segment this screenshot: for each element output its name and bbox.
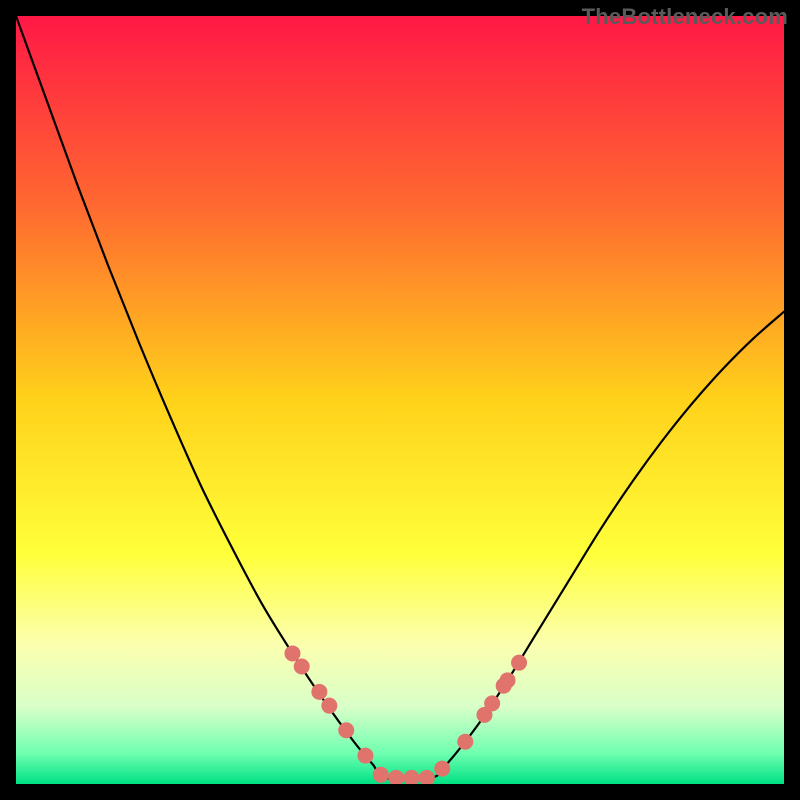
bead-marker [457, 734, 473, 750]
bottleneck-chart [16, 16, 784, 784]
bead-marker [338, 722, 354, 738]
watermark-text: TheBottleneck.com [582, 4, 788, 30]
bead-marker [511, 655, 527, 671]
chart-background [16, 16, 784, 784]
bead-marker [357, 748, 373, 764]
bead-marker [311, 684, 327, 700]
bead-marker [321, 698, 337, 714]
bead-marker [500, 672, 516, 688]
bead-marker [373, 767, 389, 783]
bead-marker [434, 761, 450, 777]
bead-marker [284, 645, 300, 661]
bead-marker [484, 695, 500, 711]
bead-marker [294, 658, 310, 674]
